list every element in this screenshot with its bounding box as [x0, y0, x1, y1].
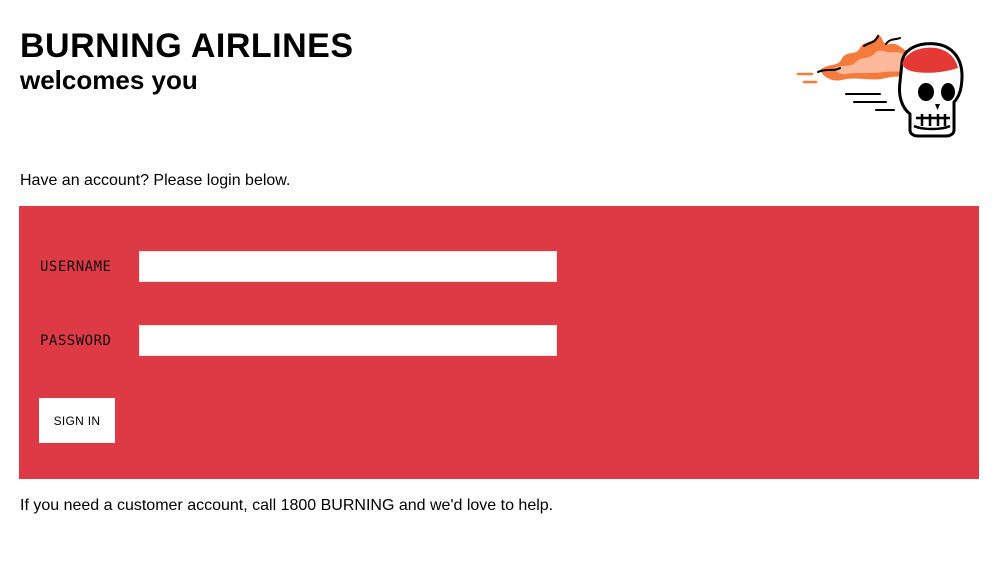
- password-label: PASSWORD: [40, 333, 112, 349]
- page-subtitle: welcomes you: [20, 65, 198, 95]
- password-input[interactable]: [139, 325, 557, 356]
- username-input[interactable]: [139, 251, 557, 282]
- customer-account-help-text: If you need a customer account, call 180…: [20, 497, 554, 514]
- page-title: BURNING AIRLINES: [20, 27, 354, 65]
- flaming-skull-icon: [790, 22, 975, 142]
- login-form: USERNAME PASSWORD SIGN IN: [19, 206, 979, 479]
- username-label: USERNAME: [40, 259, 112, 275]
- login-intro-text: Have an account? Please login below.: [20, 172, 291, 189]
- sign-in-button[interactable]: SIGN IN: [39, 398, 115, 443]
- page: BURNING AIRLINES welcomes you Have an ac…: [0, 0, 1000, 567]
